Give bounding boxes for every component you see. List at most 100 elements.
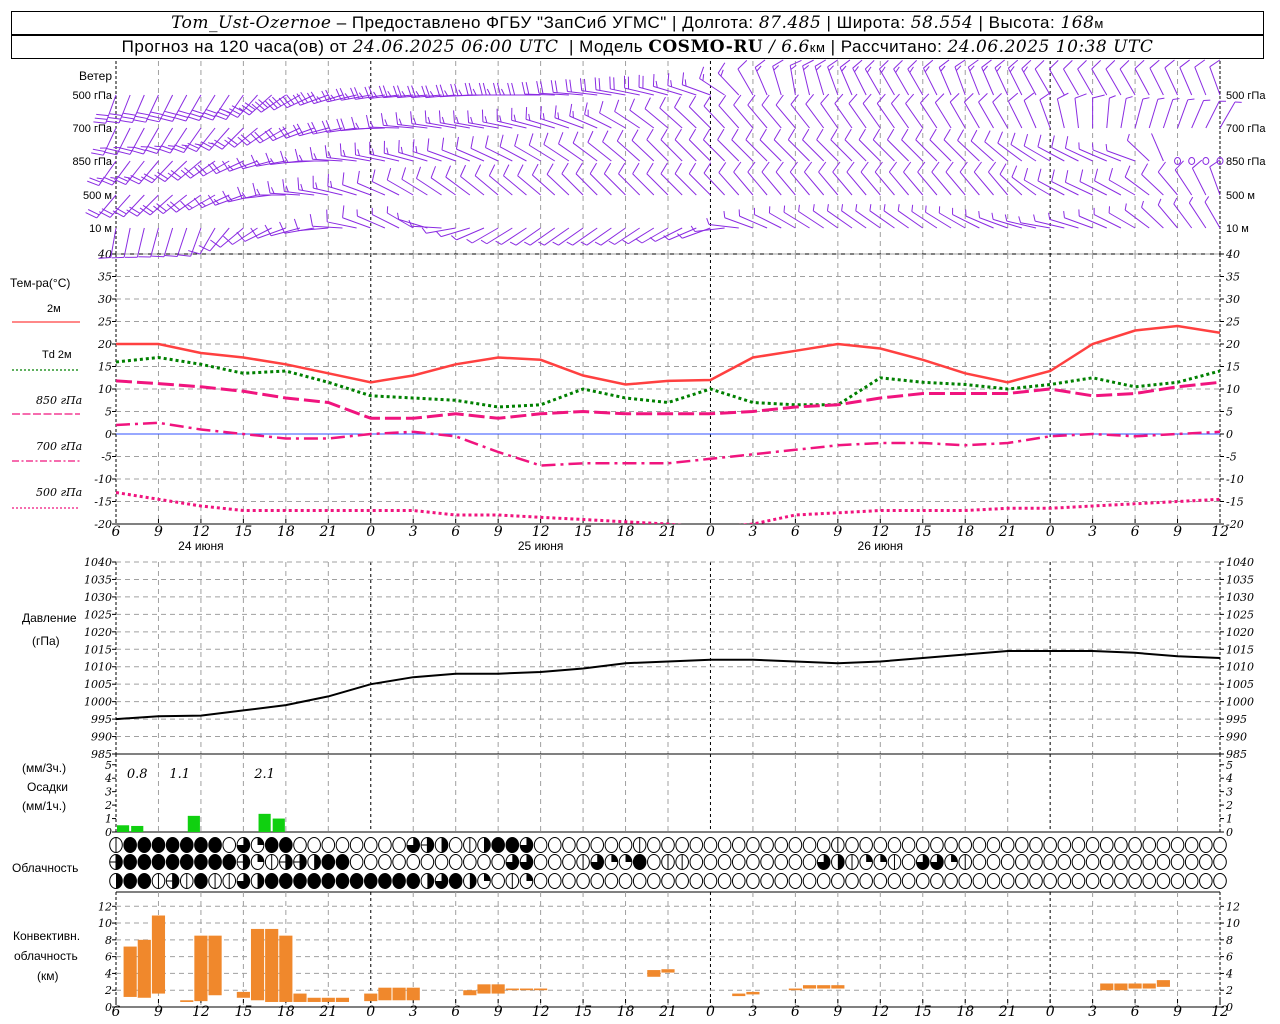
cloud-cover-symbol [434,854,449,870]
barb-feather [584,102,588,115]
cloud-cover-symbol [392,873,406,889]
cloud-cover-symbol [533,854,548,870]
barb-staff [864,68,881,96]
cloud-circle [647,837,661,853]
barb-feather [599,100,604,114]
barb-feather [903,161,912,173]
date-label: 24 июня [178,539,224,553]
cloud-cover-symbol [434,873,449,889]
barb-feather [104,151,117,156]
wind-barb [649,227,683,242]
y-tick-label-left: 5 [105,759,112,772]
cloud-circle [703,873,718,889]
cloud-circle [491,854,505,870]
barb-staff [827,66,839,96]
cloud-cover-symbol [717,873,732,889]
barb-staff [682,227,711,239]
wind-barb [1173,197,1193,229]
y-tick-label-right: 1025 [1226,608,1254,621]
cloud-cover-symbol [151,837,166,853]
cloud-circle [1057,837,1072,853]
cloud-cover-symbol [363,854,378,870]
y-tick-label-left: 8 [105,934,112,947]
cloud-circle [647,854,661,870]
cloud-circle [1000,854,1015,870]
cloud-circle [222,837,237,853]
wind-barb [733,94,754,129]
barb-feather [775,94,784,106]
wind-barb [997,131,1023,162]
y-tick-label-right: 5 [1226,759,1233,772]
x-tick-label: 15 [234,1004,252,1020]
barb-feather [802,128,810,141]
barb-staff [342,184,371,196]
barb-feather [893,60,903,70]
cloud-circle [590,837,605,853]
barb-feather [733,161,742,173]
cloud-circle [264,873,279,889]
wind-barb [783,205,810,229]
barb-feather [175,113,189,118]
barb-staff [427,150,456,162]
barb-feather [297,177,300,190]
barb-feather [608,240,615,245]
y-tick-label-left: 5 [105,406,112,419]
barb-staff [416,178,442,196]
barb-feather [369,120,374,128]
cloud-cover-symbol [958,873,973,889]
wind-barb [436,227,470,238]
barb-feather [773,128,781,141]
barb-feather [191,109,204,115]
barb-staff [486,227,513,245]
cloud-circle [349,873,364,889]
cloud-cover-symbol [859,837,873,853]
barb-feather [150,111,163,116]
barb-feather [294,148,299,162]
barb-staff [737,68,754,96]
barb-feather [252,182,257,196]
cloud-cover-symbol [406,873,421,889]
cloud-circle [335,873,350,889]
y-tick-label-right: 4 [1225,967,1233,980]
barb-feather [441,116,445,124]
y-tick-label-left: 990 [91,731,112,744]
x-tick-label: 9 [494,524,503,540]
barb-feather [864,60,875,70]
y-tick-label-left: 1000 [84,696,112,709]
barb-staff [544,227,570,246]
barb-staff [931,171,952,196]
barb-staff [1191,100,1205,129]
barb-feather [424,110,427,123]
barb-feather [480,239,488,245]
cloud-circle [1213,854,1227,870]
cloud-cover-symbol [661,837,675,853]
cloud-circle [802,873,817,889]
barb-staff [667,85,697,96]
cloud-cover-symbol [123,837,137,853]
wind-barb [140,160,173,184]
wind-barb [309,214,343,229]
cloud-circle [1085,854,1100,870]
cloud-circle [986,837,1001,853]
barb-staff [783,211,810,229]
x-tick-label: 9 [833,524,842,540]
barb-feather [997,131,1004,144]
y-tick-label-left: -10 [94,473,112,486]
barb-staff [1023,145,1051,162]
barb-staff [1173,203,1193,229]
barb-staff [862,103,881,129]
wind-level-label-left: 700 гПа [73,123,113,135]
barb-staff [638,86,669,96]
cloud-cover-symbol [873,854,888,870]
wind-barb [994,59,1009,96]
x-tick-label: 12 [1211,1004,1229,1020]
wind-barb [992,93,1009,129]
cloud-cover-symbol [562,837,576,853]
barb-staff [515,227,541,246]
barb-feather [703,162,712,174]
cloud-circle [703,837,718,853]
barb-feather [412,139,415,152]
conv-unit: (км) [37,969,59,983]
barb-staff [468,122,499,129]
wind-barb [848,93,867,129]
